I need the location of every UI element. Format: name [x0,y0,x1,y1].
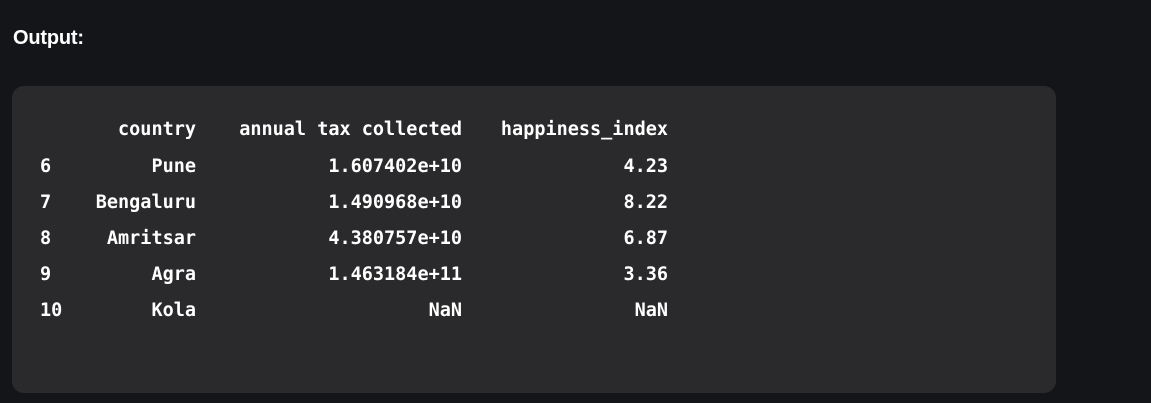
cell-annual-tax: 1.490968e+10 [328,192,462,213]
cell-happiness-index: 3.36 [623,264,668,285]
table-row: 6 Pune 1.607402e+10 4.23 [12,155,712,179]
column-header-annual-tax-collected: annual tax collected [239,119,462,140]
row-index: 10 [40,300,63,321]
cell-annual-tax: NaN [428,300,462,321]
table-row: 7 Bengaluru 1.490968e+10 8.22 [12,191,712,215]
row-index: 9 [40,264,52,285]
cell-happiness-index: NaN [634,300,668,321]
cell-annual-tax: 4.380757e+10 [328,228,462,249]
cell-country: Agra [151,264,196,285]
cell-happiness-index: 4.23 [623,156,668,177]
column-header-happiness-index: happiness_index [500,119,668,140]
cell-annual-tax: 1.463184e+11 [328,264,462,285]
row-index: 7 [40,192,52,213]
cell-country: Bengaluru [95,192,196,213]
dataframe-header-row: country annual tax collected happiness_i… [12,118,712,142]
cell-country: Amritsar [106,228,196,249]
cell-annual-tax: 1.607402e+10 [328,156,462,177]
output-heading: Output: [13,27,84,49]
table-row: 8 Amritsar 4.380757e+10 6.87 [12,227,712,251]
row-index: 6 [40,156,52,177]
cell-happiness-index: 8.22 [623,192,668,213]
table-row: 10 Kola NaN NaN [12,299,712,323]
row-index: 8 [40,228,52,249]
column-header-country: country [118,119,196,140]
output-code-block: country annual tax collected happiness_i… [12,86,1056,393]
cell-country: Pune [151,156,196,177]
cell-country: Kola [151,300,196,321]
page: Output: country annual tax collected hap… [0,0,1151,403]
cell-happiness-index: 6.87 [623,228,668,249]
table-row: 9 Agra 1.463184e+11 3.36 [12,263,712,287]
